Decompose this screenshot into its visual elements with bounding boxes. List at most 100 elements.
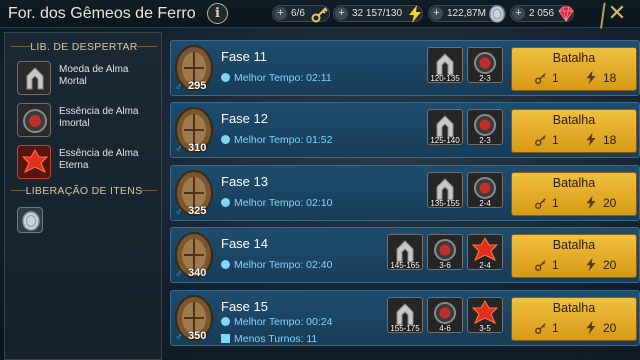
keys-value: 6/6 [291, 8, 305, 19]
stage-name: Fase 12 [221, 111, 268, 126]
lightning-icon [409, 5, 421, 23]
lightning-icon [586, 132, 596, 147]
clock-icon [221, 73, 230, 82]
battle-label: Batalha [552, 238, 596, 252]
reward-range: 2-3 [479, 74, 491, 83]
battle-button[interactable]: Batalha 1 20 [511, 234, 637, 278]
best-time: Melhor Tempo: 00:24 [221, 316, 332, 328]
clock-icon [221, 135, 230, 144]
key-icon [535, 73, 546, 84]
silver-coin-icon[interactable] [17, 207, 43, 233]
stage-level: 350 [188, 330, 207, 342]
stage-row[interactable]: ♂ 340 Fase 14 Melhor Tempo: 02:40 145-165 3-6… [170, 227, 640, 283]
best-time-label: Melhor Tempo: 01:52 [234, 134, 333, 146]
best-time: Melhor Tempo: 02:11 [221, 72, 332, 84]
min-turns: Menos Turnos: 11 [221, 333, 317, 345]
reward-item[interactable]: 3-5 [467, 297, 503, 333]
clock-icon [221, 317, 230, 326]
close-button[interactable]: ✕ [605, 2, 629, 26]
reward-item[interactable]: 125-140 [427, 109, 463, 145]
stage-level: 340 [188, 267, 207, 279]
energy-cost: 20 [603, 321, 617, 335]
legend-label: Moeda de Alma Mortal [59, 64, 129, 87]
best-time-label: Melhor Tempo: 02:10 [234, 197, 333, 209]
divider [137, 46, 157, 47]
lightning-icon [586, 195, 596, 210]
reward-range: 2-3 [479, 136, 491, 145]
key-icon [311, 7, 328, 23]
energy-cost: 20 [603, 196, 617, 210]
eternal-soul-essence-icon [17, 145, 51, 179]
legend-item-immortal[interactable]: Essência de Alma Imortal [17, 103, 161, 139]
best-time-label: Melhor Tempo: 02:40 [234, 259, 333, 271]
key-cost: 1 [552, 133, 559, 147]
best-time-label: Melhor Tempo: 02:11 [234, 72, 332, 84]
add-keys-button[interactable]: + [274, 7, 287, 20]
items-section-title: LIBERAÇÃO DE ITENS [25, 185, 143, 197]
reward-range: 125-140 [430, 136, 460, 145]
key-cost: 1 [552, 321, 559, 335]
key-cost: 1 [552, 258, 559, 272]
stage-name: Fase 13 [221, 174, 268, 189]
stage-level: 325 [188, 205, 207, 217]
reward-item[interactable]: 2-3 [467, 47, 503, 83]
silver-counter[interactable]: + 122,87M [428, 5, 506, 23]
awaken-section-title: LIB. DE DESPERTAR [30, 41, 138, 53]
key-icon [535, 198, 546, 209]
add-energy-button[interactable]: + [335, 7, 348, 20]
reward-range: 120-135 [430, 74, 460, 83]
key-icon [535, 323, 546, 334]
reward-range: 145-165 [390, 261, 420, 270]
legend-label: Essência de Alma Eterna [59, 148, 139, 171]
battle-button[interactable]: Batalha 1 18 [511, 109, 637, 153]
reward-range: 155-175 [390, 324, 420, 333]
gender-mark-icon: ♂ [175, 144, 183, 155]
key-icon [535, 260, 546, 271]
stage-row[interactable]: ♂ 295 Fase 11 Melhor Tempo: 02:11 120-135 2-3… [170, 40, 640, 96]
battle-button[interactable]: Batalha 1 20 [511, 172, 637, 216]
best-time-label: Melhor Tempo: 00:24 [234, 316, 333, 328]
silver-value: 122,87M [447, 8, 486, 19]
gems-counter[interactable]: + 2 056 [510, 5, 574, 22]
key-cost: 1 [552, 196, 559, 210]
reward-item[interactable]: 155-175 [387, 297, 423, 333]
legend-label: Essência de Alma Imortal [59, 106, 139, 129]
keys-counter[interactable]: + 6/6 [272, 5, 330, 23]
reward-item[interactable]: 145-165 [387, 234, 423, 270]
reward-item[interactable]: 2-4 [467, 172, 503, 208]
mortal-soul-coin-icon [17, 61, 51, 95]
stage-row[interactable]: ♂ 325 Fase 13 Melhor Tempo: 02:10 135-155 2-4… [170, 165, 640, 221]
battle-button[interactable]: Batalha 1 18 [511, 47, 637, 91]
info-button[interactable]: i [207, 3, 228, 24]
reward-range: 4-6 [439, 324, 451, 333]
add-silver-button[interactable]: + [430, 7, 443, 20]
ruby-icon [558, 6, 574, 22]
battle-label: Batalha [552, 51, 596, 65]
reward-item[interactable]: 120-135 [427, 47, 463, 83]
legend-item-eternal[interactable]: Essência de Alma Eterna [17, 145, 161, 181]
reward-range: 2-4 [479, 199, 491, 208]
reward-item[interactable]: 3-6 [427, 234, 463, 270]
energy-counter[interactable]: + 32 157/130 [333, 5, 423, 23]
legend-item-mortal[interactable]: Moeda de Alma Mortal [17, 61, 161, 97]
reward-item[interactable]: 2-3 [467, 109, 503, 145]
add-gems-button[interactable]: + [512, 7, 525, 20]
reward-range: 3-6 [439, 261, 451, 270]
best-time: Melhor Tempo: 01:52 [221, 134, 332, 146]
clock-icon [221, 260, 230, 269]
battle-button[interactable]: Batalha 1 20 [511, 297, 637, 341]
divider [141, 190, 157, 191]
stage-row[interactable]: ♂ 350 Fase 15 Melhor Tempo: 00:24 Menos Turn… [170, 290, 640, 346]
energy-cost: 18 [603, 133, 617, 147]
reward-range: 135-155 [430, 199, 460, 208]
reward-item[interactable]: 4-6 [427, 297, 463, 333]
stage-level: 295 [188, 80, 207, 92]
lightning-icon [586, 320, 596, 335]
battle-label: Batalha [552, 113, 596, 127]
key-cost: 1 [552, 71, 559, 85]
clock-icon [221, 198, 230, 207]
reward-item[interactable]: 135-155 [427, 172, 463, 208]
stage-row[interactable]: ♂ 310 Fase 12 Melhor Tempo: 01:52 125-140 2-3… [170, 102, 640, 158]
silver-coin-icon [489, 5, 505, 23]
reward-item[interactable]: 2-4 [467, 234, 503, 270]
